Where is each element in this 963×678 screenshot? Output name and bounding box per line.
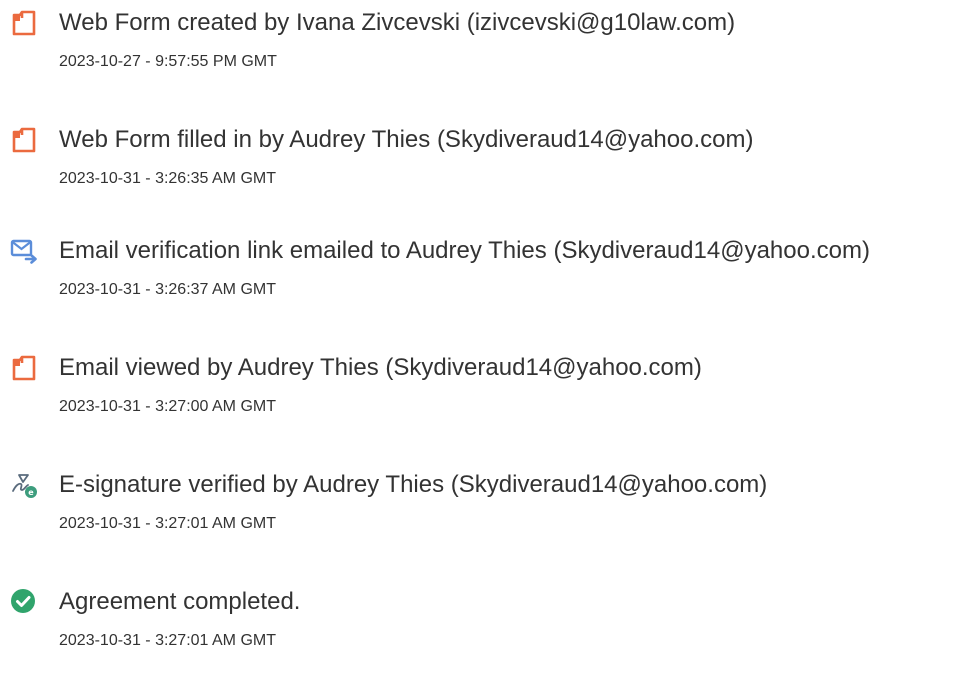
event-timestamp: 2023-10-31 - 3:27:01 AM GMT (59, 515, 276, 532)
event-title: Agreement completed. (59, 588, 301, 615)
svg-text:e: e (28, 488, 34, 497)
event-title: E-signature verified by Audrey Thies (Sk… (59, 471, 768, 498)
email-send-icon (10, 237, 38, 265)
event-title: Email verification link emailed to Audre… (59, 237, 870, 264)
audit-event: Email viewed by Audrey Thies (Skydiverau… (0, 354, 963, 444)
event-title: Web Form created by Ivana Zivcevski (izi… (59, 9, 736, 36)
event-title: Web Form filled in by Audrey Thies (Skyd… (59, 126, 754, 153)
document-icon (10, 9, 38, 37)
audit-event: Email verification link emailed to Audre… (0, 237, 963, 327)
checkmark-circle-icon (10, 588, 38, 616)
event-timestamp: 2023-10-27 - 9:57:55 PM GMT (59, 53, 277, 70)
audit-event: e E-signature verified by Audrey Thies (… (0, 471, 963, 561)
event-timestamp: 2023-10-31 - 3:27:00 AM GMT (59, 398, 276, 415)
document-icon (10, 354, 38, 382)
signature-verified-icon: e (10, 471, 38, 499)
event-title: Email viewed by Audrey Thies (Skydiverau… (59, 354, 702, 381)
event-timestamp: 2023-10-31 - 3:27:01 AM GMT (59, 632, 276, 649)
audit-event: Agreement completed. 2023-10-31 - 3:27:0… (0, 588, 963, 678)
document-icon (10, 126, 38, 154)
event-timestamp: 2023-10-31 - 3:26:37 AM GMT (59, 281, 276, 298)
audit-event: Web Form filled in by Audrey Thies (Skyd… (0, 126, 963, 216)
event-timestamp: 2023-10-31 - 3:26:35 AM GMT (59, 170, 276, 187)
audit-event: Web Form created by Ivana Zivcevski (izi… (0, 9, 963, 99)
